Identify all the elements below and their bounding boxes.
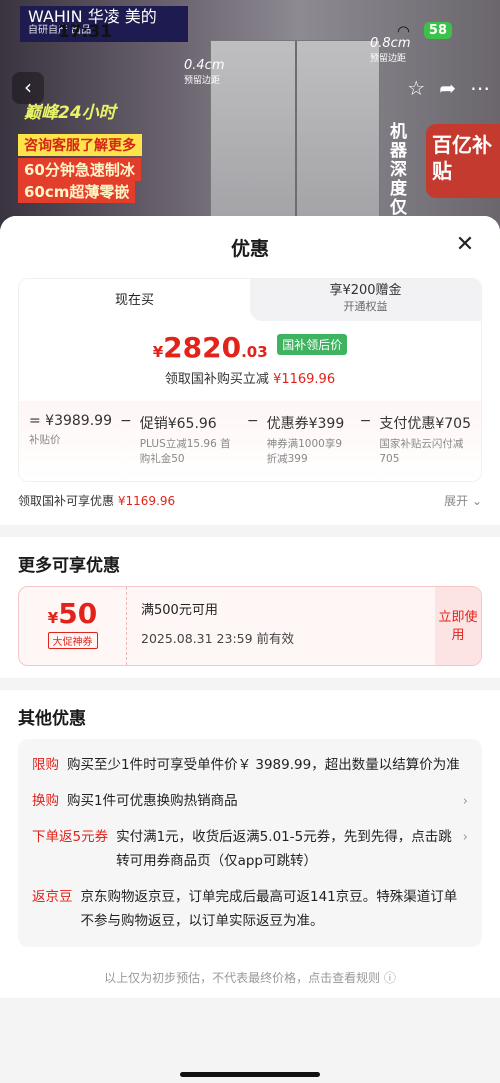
promo-text: 60分钟急速制冰 (18, 158, 141, 181)
more-offers-section: 更多可享优惠 ¥50 大促神券 满500元可用 2025.08.31 23:59… (0, 537, 500, 678)
promo-text: 咨询客服了解更多 (18, 134, 142, 156)
expand-button[interactable]: 展开 ⌄ (444, 492, 482, 509)
star-icon[interactable]: ☆ (407, 76, 425, 100)
home-indicator (180, 1072, 320, 1077)
rules-note[interactable]: 以上仅为初步预估，不代表最终价格，点击查看规则 ⓘ (18, 969, 482, 986)
coupon-expiry: 2025.08.31 23:59 前有效 (141, 631, 295, 646)
subsidy-summary-row: 领取国补可享优惠 ¥1169.96 展开 ⌄ (18, 492, 482, 509)
offer-item-coupon-return[interactable]: 下单返5元券 实付满1元，收货后返满5.01-5元券，先到先得，点击跳转可用券商… (32, 819, 468, 879)
offer-item-jingdou: 返京豆 京东购物返京豆，订单完成后最高可返141京豆。特殊渠道订单不参与购物返豆… (32, 889, 458, 929)
offer-item-exchange[interactable]: 换购 购买1件可优惠换购热销商品 › (32, 783, 468, 819)
price-tag-badge: 国补领后价 (277, 334, 348, 355)
back-button[interactable]: ‹ (12, 72, 44, 104)
discount-sheet: 优惠 ✕ 现在买 享¥200赠金 开通权益 ¥2820.03 国补领后价 领取国… (0, 216, 500, 1083)
close-icon[interactable]: ✕ (452, 232, 478, 258)
more-icon[interactable]: ⋯ (470, 76, 490, 100)
chevron-right-icon: › (462, 829, 468, 845)
price-formula: = ¥3989.99 补贴价 − 促销¥65.96 PLUS立减15.96 首购礼金… (19, 401, 481, 481)
sheet-title: 优惠 (230, 238, 269, 260)
tab-membership[interactable]: 享¥200赠金 开通权益 (250, 279, 481, 321)
section-title: 其他优惠 (18, 709, 86, 729)
chevron-right-icon: › (462, 793, 468, 809)
coupon-type-badge: 大促神券 (47, 632, 98, 649)
tab-buy-now[interactable]: 现在买 (19, 279, 250, 321)
other-offers-section: 其他优惠 限购 购买至少1件时可享受单件价￥ 3989.99，超出数量以结算价为… (0, 690, 500, 998)
final-price: ¥2820.03 国补领后价 (19, 321, 481, 364)
depth-label: 机器深度仅 (386, 122, 406, 217)
price-card: 现在买 享¥200赠金 开通权益 ¥2820.03 国补领后价 领取国补购买立减… (18, 278, 482, 482)
battery-indicator: 58 (423, 22, 452, 39)
wifi-icon: ◠ (396, 22, 410, 40)
coupon-card: ¥50 大促神券 满500元可用 2025.08.31 23:59 前有效 立即… (18, 586, 482, 666)
share-icon[interactable]: ➦ (439, 76, 456, 100)
promo-text: 60cm超薄零嵌 (18, 180, 136, 203)
clock: 17:31 (58, 22, 113, 42)
gap-label-left: 0.4cm 预留边距 (184, 58, 225, 86)
chevron-down-icon: ⌄ (471, 494, 482, 508)
use-coupon-button[interactable]: 立即使用 (435, 587, 481, 665)
coupon-condition: 满500元可用 (141, 603, 218, 618)
subsidy-line: 领取国补购买立减 ¥1169.96 (164, 372, 336, 387)
subsidy-badge: 百亿补贴 (426, 124, 500, 198)
status-bar: 17:31 ◠ 58 (0, 0, 500, 44)
offer-item-limit: 限购 购买至少1件时可享受单件价￥ 3989.99，超出数量以结算价为准 (32, 757, 460, 773)
section-title: 更多可享优惠 (18, 556, 120, 576)
